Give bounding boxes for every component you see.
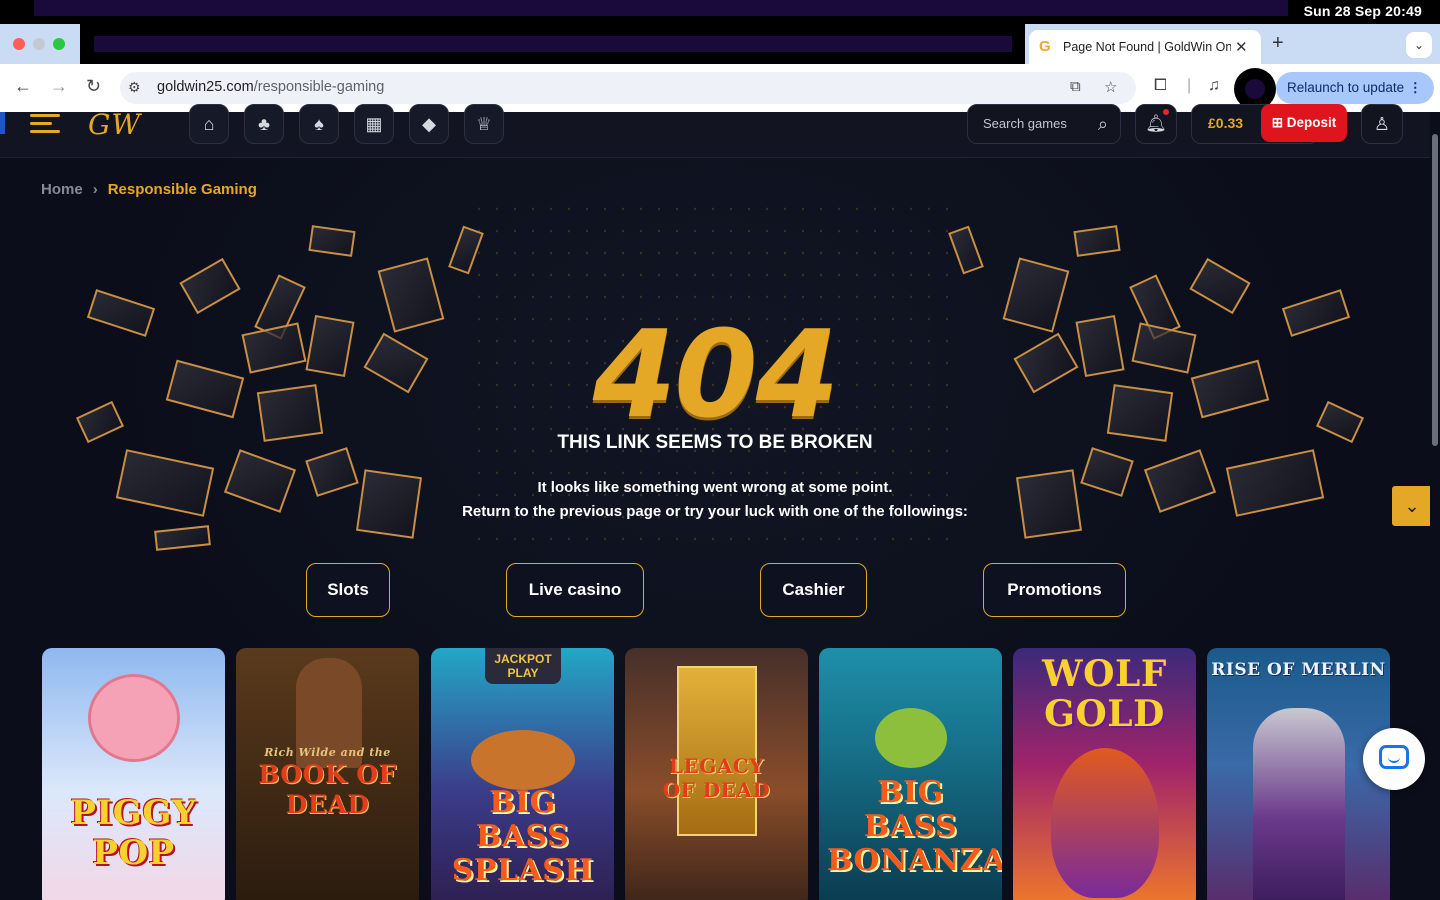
error-headline: THIS LINK SEEMS TO BE BROKEN: [557, 432, 873, 453]
game-tile-piggy-pop[interactable]: PIGGY POP: [42, 648, 225, 900]
home-icon[interactable]: ⌂: [189, 104, 229, 144]
promotions-button[interactable]: Promotions: [983, 563, 1126, 617]
active-tab[interactable]: G Page Not Found | GoldWin Online Casino…: [1029, 30, 1261, 64]
notification-dot: [1163, 109, 1169, 115]
merlin-wizard-illustration: [1253, 708, 1345, 900]
chat-bubble-icon: [1379, 745, 1409, 769]
chevron-right-icon: ›: [92, 181, 98, 198]
deposit-button[interactable]: ⊞ Deposit: [1261, 104, 1347, 142]
media-controls-icon[interactable]: ♫: [1208, 77, 1220, 95]
scrollbar-thumb[interactable]: [1432, 134, 1438, 446]
tab-search-button[interactable]: ⌄: [1406, 32, 1432, 58]
install-app-icon[interactable]: ⧉: [1070, 78, 1081, 95]
game-title: RISE OF MERLIN: [1211, 660, 1386, 680]
toolbar-divider: |: [1187, 77, 1192, 94]
chevron-down-icon[interactable]: ⌄: [1392, 486, 1430, 526]
bookmark-star-icon[interactable]: ☆: [1104, 78, 1117, 96]
new-tab-button[interactable]: +: [1272, 32, 1284, 55]
browser-tabstrip: G Page Not Found | GoldWin Online Casino…: [0, 24, 1440, 64]
search-games-input[interactable]: Search games ⌕: [967, 104, 1121, 144]
game-subtitle: Rich Wilde and the: [264, 746, 391, 759]
back-arrow-icon[interactable]: ←: [14, 76, 32, 97]
notifications-bell-icon[interactable]: 🔔︎: [1135, 104, 1177, 144]
minimize-window-button[interactable]: [33, 38, 45, 50]
site-info-icon[interactable]: ⚙: [128, 79, 141, 96]
spade-icon[interactable]: ♠: [299, 104, 339, 144]
trophy-icon[interactable]: ♕: [464, 104, 504, 144]
extensions-icon[interactable]: ⧠: [1154, 77, 1167, 95]
error-message-line-1: It looks like something went wrong at so…: [537, 479, 893, 496]
close-tab-icon[interactable]: ✕: [1235, 38, 1248, 56]
error-message: It looks like something went wrong at so…: [0, 476, 1430, 524]
live-casino-button[interactable]: Live casino: [506, 563, 644, 617]
close-window-button[interactable]: [13, 38, 25, 50]
main-content: Home › Responsible Gaming 404 THIS LINK …: [0, 158, 1430, 900]
gift-icon[interactable]: ▦: [354, 104, 394, 144]
game-title: WOLF GOLD: [1042, 653, 1167, 735]
tabs-redacted: [80, 24, 1025, 64]
page-scrollbar[interactable]: [1430, 112, 1440, 900]
search-icon: ⌕: [1097, 114, 1108, 134]
more-menu-icon[interactable]: ⋮: [1409, 72, 1423, 104]
game-title: BOOK OF DEAD: [258, 760, 397, 819]
game-tile-legacy-of-dead[interactable]: LEGACY OF DEAD: [625, 648, 808, 900]
forward-arrow-icon[interactable]: →: [50, 76, 68, 97]
game-tile-book-of-dead[interactable]: Rich Wilde and the BOOK OF DEAD: [236, 648, 419, 900]
pig-character-illustration: [88, 674, 180, 762]
goldwin-favicon-icon: G: [1039, 38, 1051, 55]
url-text: goldwin25.com/responsible-gaming: [157, 79, 385, 95]
game-tile-wolf-gold[interactable]: WOLF GOLD: [1013, 648, 1196, 900]
frog-fish-illustration: [875, 708, 947, 768]
breadcrumb-current: Responsible Gaming: [107, 181, 257, 198]
game-title: BIG BASS BONANZA: [827, 775, 1002, 878]
user-account-icon[interactable]: ♙: [1361, 104, 1403, 144]
live-chat-button[interactable]: [1363, 728, 1425, 790]
game-tile-big-bass-bonanza[interactable]: BIG BASS BONANZA: [819, 648, 1002, 900]
game-tile-big-bass-splash[interactable]: JACKPOT PLAY BIG BASS SPLASH: [431, 648, 614, 900]
game-tile-rise-of-merlin[interactable]: RISE OF MERLIN: [1207, 648, 1390, 900]
os-menubar: Sun 28 Sep 20:49: [0, 0, 1440, 24]
game-title: PIGGY POP: [70, 793, 197, 873]
breadcrumb: Home › Responsible Gaming: [41, 181, 257, 198]
error-code: 404: [592, 306, 840, 445]
os-clock: Sun 28 Sep 20:49: [1303, 3, 1422, 19]
balance-amount: £0.33: [1208, 115, 1244, 131]
bass-fish-illustration: [471, 730, 575, 790]
zoom-window-button[interactable]: [53, 38, 65, 50]
site-header: GW ⌂ ♣ ♠ ▦ ◆ ♕ Search games ⌕ 🔔︎ £0.33 ⊞…: [0, 104, 1440, 158]
menubar-redacted: [34, 0, 1288, 16]
error-message-line-2: Return to the previous page or try your …: [462, 503, 968, 520]
slots-button[interactable]: Slots: [306, 563, 390, 617]
relaunch-button[interactable]: Relaunch to update ⋮: [1276, 72, 1434, 104]
address-bar[interactable]: ⚙ goldwin25.com/responsible-gaming ⧉ ☆: [120, 72, 1136, 104]
tab-title: Page Not Found | GoldWin Online Casino: [1063, 40, 1231, 54]
cherries-icon[interactable]: ♣: [244, 104, 284, 144]
reload-icon[interactable]: ↻: [86, 76, 101, 97]
hamburger-menu-icon[interactable]: [30, 114, 60, 134]
site-logo[interactable]: GW: [88, 108, 141, 141]
wolf-illustration: [1051, 748, 1159, 898]
breadcrumb-home-link[interactable]: Home: [41, 181, 83, 198]
game-title: BIG BASS SPLASH: [451, 785, 594, 888]
golden-sarcophagus-illustration: [677, 666, 757, 836]
cashier-button[interactable]: Cashier: [760, 563, 867, 617]
diamond-icon[interactable]: ◆: [409, 104, 449, 144]
jackpot-play-badge: JACKPOT PLAY: [485, 648, 561, 684]
game-title: LEGACY OF DEAD: [662, 754, 771, 802]
